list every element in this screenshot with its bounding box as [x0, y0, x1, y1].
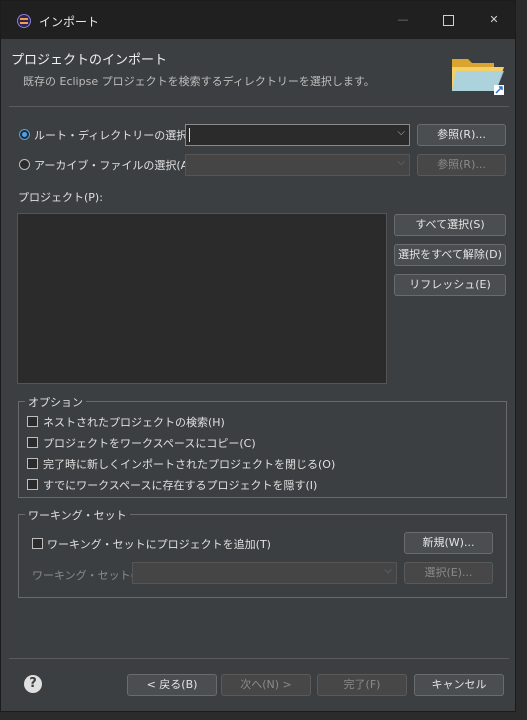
archive-radio[interactable]	[19, 159, 30, 170]
maximize-icon	[442, 15, 454, 26]
header-divider	[9, 106, 509, 107]
archive-combo[interactable]: ⌵	[185, 154, 410, 176]
page-title: プロジェクトのインポート	[11, 53, 168, 68]
root-browse-button[interactable]: 参照(R)...	[417, 124, 506, 146]
option-checkbox[interactable]	[27, 437, 38, 448]
folder-open-icon	[452, 59, 504, 95]
cancel-button[interactable]: キャンセル	[414, 674, 504, 696]
close-button[interactable]: ✕	[484, 11, 504, 29]
option-checkbox[interactable]	[27, 458, 38, 469]
minimize-button[interactable]: —	[393, 11, 413, 29]
option-checkbox[interactable]	[27, 479, 38, 490]
select-all-button[interactable]: すべて選択(S)	[394, 214, 506, 236]
option-label: ネストされたプロジェクトの検索(H)	[43, 416, 225, 429]
add-working-set-checkbox[interactable]	[32, 538, 43, 549]
wizard-header: プロジェクトのインポート 既存の Eclipse プロジェクトを検索するディレク…	[1, 39, 515, 106]
working-set-group: ワーキング・セット	[18, 507, 507, 598]
option-label: すでにワークスペースに存在するプロジェクトを隠す(I)	[43, 479, 318, 492]
options-title: オプション	[25, 394, 86, 410]
title-bar: インポート — ✕	[1, 1, 515, 39]
root-dir-radio[interactable]	[19, 129, 30, 140]
window-title: インポート	[39, 15, 100, 29]
maximize-button[interactable]	[438, 11, 458, 29]
archive-label: アーカイブ・ファイルの選択(A):	[34, 159, 197, 172]
option-checkbox[interactable]	[27, 416, 38, 427]
finish-button[interactable]: 完了(F)	[317, 674, 407, 696]
option-label: プロジェクトをワークスペースにコピー(C)	[43, 437, 256, 450]
select-working-set-button[interactable]: 選択(E)...	[404, 562, 493, 584]
add-working-set-label: ワーキング・セットにプロジェクトを追加(T)	[47, 538, 271, 551]
working-set-title: ワーキング・セット	[25, 507, 130, 523]
projects-label: プロジェクト(P):	[18, 191, 103, 204]
eclipse-icon	[17, 14, 31, 28]
root-dir-combo[interactable]: ⌵	[185, 124, 410, 146]
root-dir-label: ルート・ディレクトリーの選択(T):	[34, 129, 207, 142]
refresh-button[interactable]: リフレッシュ(E)	[394, 274, 506, 296]
chevron-down-icon: ⌵	[397, 127, 405, 138]
chevron-down-icon: ⌵	[384, 565, 392, 576]
help-icon[interactable]: ?	[24, 675, 42, 693]
back-button[interactable]: < 戻る(B)	[127, 674, 217, 696]
projects-list[interactable]	[17, 213, 387, 384]
deselect-all-button[interactable]: 選択をすべて解除(D)	[394, 244, 506, 266]
archive-browse-button[interactable]: 参照(R)...	[417, 154, 506, 176]
option-label: 完了時に新しくインポートされたプロジェクトを閉じる(O)	[43, 458, 336, 471]
footer-divider	[9, 658, 509, 659]
new-working-set-button[interactable]: 新規(W)...	[404, 532, 493, 554]
next-button[interactable]: 次へ(N) >	[221, 674, 311, 696]
chevron-down-icon: ⌵	[397, 157, 405, 168]
page-description: 既存の Eclipse プロジェクトを検索するディレクトリーを選択します。	[23, 75, 375, 88]
background-edge	[516, 0, 527, 720]
working-set-combo[interactable]: ⌵	[132, 562, 397, 584]
text-caret	[189, 128, 190, 142]
import-dialog: インポート — ✕ プロジェクトのインポート 既存の Eclipse プロジェク…	[0, 0, 516, 712]
